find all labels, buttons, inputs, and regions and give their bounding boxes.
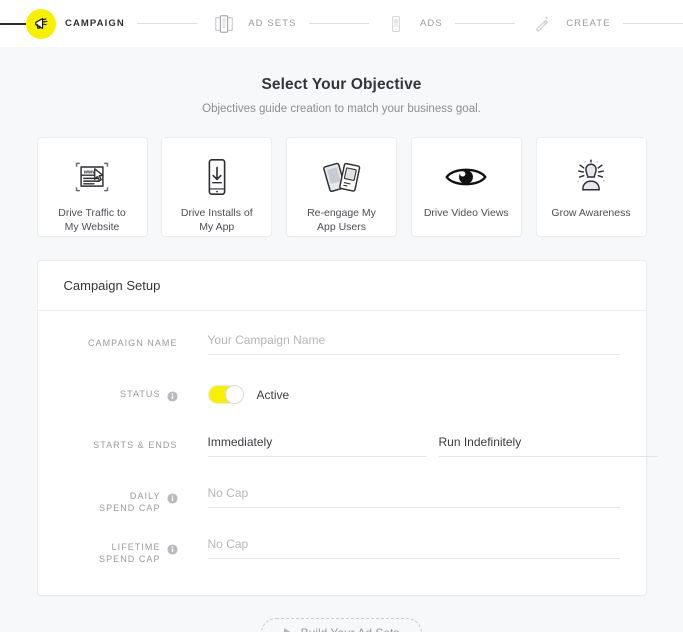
play-triangle-icon	[283, 628, 292, 632]
step-connector-3	[454, 23, 516, 24]
label-cell: STARTS & ENDS	[38, 435, 178, 451]
start-date-input[interactable]: Immediately	[207, 435, 427, 457]
objective-label: Re-engage My App Users	[307, 207, 376, 233]
campaign-name-input[interactable]: Your Campaign Name	[207, 333, 620, 355]
status-state-text: Active	[256, 387, 290, 402]
objective-label: Drive Installs of My App	[180, 207, 253, 233]
lifetime-spend-cap-input[interactable]: No Cap	[207, 537, 620, 559]
control-cell: Active	[178, 384, 620, 404]
control-cell: No Cap	[178, 486, 620, 508]
step-connector-2	[308, 23, 369, 24]
eye-icon	[444, 156, 488, 198]
date-range-group: Immediately Run Indefinitely	[207, 435, 658, 457]
status-toggle-row: Active	[207, 384, 620, 404]
objective-label: Drive Traffic to My Website	[58, 207, 126, 233]
lifetime-spend-cap-label: LIFETIME SPEND CAP	[99, 542, 161, 564]
field-row-lifetime-spend-cap: LIFETIME SPEND CAP No Cap	[38, 537, 620, 567]
build-your-ad-sets-button[interactable]: Build Your Ad Sets	[260, 618, 423, 632]
objective-card-video-views[interactable]: Drive Video Views	[410, 137, 522, 237]
page-subtitle: Objectives guide creation to match your …	[202, 103, 481, 115]
campaign-setup-panel: Campaign Setup CAMPAIGN NAME Your Campai…	[36, 260, 658, 596]
info-icon[interactable]	[166, 389, 178, 402]
lifetime-spend-cap-placeholder: No Cap	[207, 537, 249, 551]
field-row-status: STATUS Active	[38, 384, 620, 414]
field-row-starts-ends: STARTS & ENDS Immediately Run Indefinite…	[38, 435, 658, 465]
build-button-label: Build Your Ad Sets	[301, 626, 400, 632]
workflow-step-bar: CAMPAIGN AD SETS ADS CREATE	[0, 0, 683, 47]
daily-spend-cap-input[interactable]: No Cap	[207, 486, 620, 508]
control-cell: Your Campaign Name	[178, 333, 620, 355]
objective-card-grow-awareness[interactable]: Grow Awareness	[535, 137, 647, 237]
objective-label: Drive Video Views	[423, 207, 509, 219]
starts-ends-label: STARTS & ENDS	[93, 440, 178, 450]
label-cell: CAMPAIGN NAME	[38, 333, 178, 349]
step-label-create: CREATE	[566, 18, 611, 29]
magic-wand-icon	[527, 9, 557, 39]
toggle-knob	[224, 385, 244, 404]
field-row-campaign-name: CAMPAIGN NAME Your Campaign Name	[38, 333, 620, 363]
end-date-value: Run Indefinitely	[438, 435, 522, 449]
step-connector-4	[622, 23, 683, 24]
status-label: STATUS	[120, 389, 161, 399]
page-title: Select Your Objective	[261, 76, 422, 93]
objective-card-drive-installs[interactable]: Drive Installs of My App	[161, 137, 273, 237]
daily-spend-cap-placeholder: No Cap	[207, 486, 249, 500]
campaign-name-placeholder: Your Campaign Name	[207, 333, 326, 347]
phone-download-icon	[201, 156, 233, 198]
page-header: Select Your Objective Objectives guide c…	[0, 47, 683, 115]
panel-title: Campaign Setup	[63, 278, 161, 293]
campaign-name-label: CAMPAIGN NAME	[88, 338, 178, 348]
panel-header: Campaign Setup	[37, 261, 646, 311]
control-cell: Immediately Run Indefinitely	[178, 435, 658, 457]
person-shine-icon	[569, 156, 613, 198]
megaphone-icon	[26, 8, 56, 39]
label-cell: DAILY SPEND CAP	[38, 486, 178, 514]
campaign-setup-form: CAMPAIGN NAME Your Campaign Name STATUS	[38, 311, 658, 595]
step-label-campaign: CAMPAIGN	[65, 18, 125, 29]
objective-card-drive-traffic[interactable]: www. Drive Traffic to My Website	[36, 137, 148, 237]
two-phones-icon	[320, 156, 364, 198]
status-toggle[interactable]	[207, 385, 244, 404]
step-create[interactable]: CREATE	[527, 0, 610, 47]
step-ad-sets[interactable]: AD SETS	[209, 0, 296, 47]
control-cell: No Cap	[178, 537, 620, 559]
footer: Build Your Ad Sets	[0, 618, 683, 632]
phone-icon	[381, 9, 411, 39]
info-icon[interactable]	[166, 491, 178, 504]
step-lead-line	[0, 23, 26, 25]
label-cell: LIFETIME SPEND CAP	[38, 537, 178, 565]
step-campaign[interactable]: CAMPAIGN	[26, 0, 125, 47]
objective-label: Grow Awareness	[551, 207, 631, 219]
start-date-value: Immediately	[207, 435, 273, 449]
step-ads[interactable]: ADS	[381, 0, 443, 47]
step-label-ads: ADS	[419, 18, 443, 29]
daily-spend-cap-label: DAILY SPEND CAP	[99, 491, 161, 513]
info-icon[interactable]	[166, 542, 178, 555]
objective-card-reengage[interactable]: Re-engage My App Users	[286, 137, 397, 237]
label-cell: STATUS	[38, 384, 178, 402]
field-row-daily-spend-cap: DAILY SPEND CAP No Cap	[38, 486, 620, 516]
step-connector-1	[136, 23, 198, 24]
phone-stack-icon	[209, 9, 239, 39]
objective-card-list: www. Drive Traffic to My Website Drive I…	[36, 137, 647, 237]
step-label-ad-sets: AD SETS	[248, 18, 297, 29]
end-date-input[interactable]: Run Indefinitely	[438, 435, 658, 457]
browser-window-cursor-icon: www.	[70, 156, 114, 198]
